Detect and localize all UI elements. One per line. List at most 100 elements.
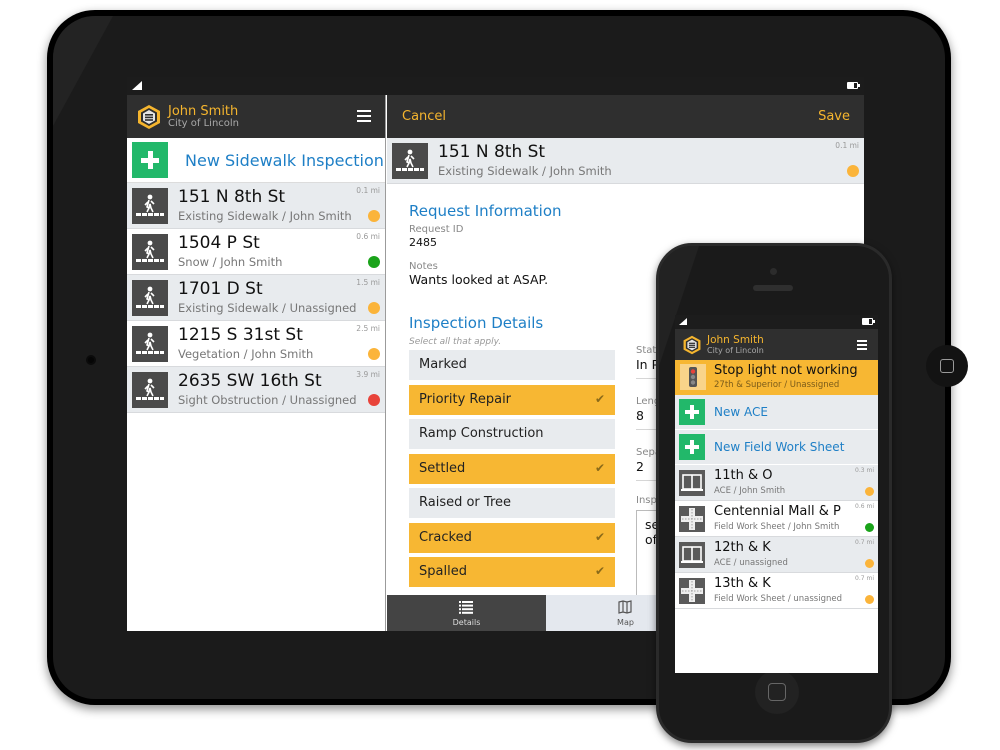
city-logo-icon: [683, 335, 701, 355]
checkmark-icon: ✔: [594, 564, 605, 578]
hamburger-menu-icon[interactable]: [357, 110, 371, 122]
pedestrian-crosswalk-icon: [132, 234, 168, 270]
item-distance: 1.5 mi: [356, 278, 380, 287]
inspection-notes-label: Insp: [636, 495, 657, 506]
item-subtitle: Field Work Sheet / John Smith: [714, 522, 840, 532]
inspection-option[interactable]: Settled ✔: [409, 453, 615, 484]
list-item[interactable]: 12th & K ACE / unassigned 0.7 mi: [675, 537, 878, 573]
inspection-option[interactable]: Cracked ✔: [409, 522, 615, 553]
item-title: 12th & K: [714, 540, 771, 555]
list-item[interactable]: 2635 SW 16th St Sight Obstruction / Unass…: [127, 367, 385, 413]
signal-icon: [132, 81, 142, 90]
option-label: Ramp Construction: [419, 426, 544, 441]
new-ace-button[interactable]: New ACE: [675, 395, 878, 430]
user-name: John Smith: [168, 104, 239, 119]
new-inspection-label: New Sidewalk Inspection: [185, 151, 384, 170]
status-dot: [368, 256, 380, 268]
inspection-list: 151 N 8th St Existing Sidewalk / John Smi…: [127, 183, 385, 413]
request-id-value: 2485: [409, 236, 437, 249]
battery-icon: [862, 318, 875, 325]
plus-icon: [132, 142, 168, 178]
item-subtitle: Field Work Sheet / unassigned: [714, 594, 842, 604]
new-sidewalk-inspection-button[interactable]: New Sidewalk Inspection: [127, 138, 385, 183]
user-org: City of Lincoln: [168, 118, 240, 129]
request-id-label: Request ID: [409, 224, 464, 235]
item-distance: 0.6 mi: [356, 232, 380, 241]
status-dot: [865, 523, 874, 532]
item-distance: 0.7 mi: [855, 539, 874, 546]
item-subtitle: ACE / John Smith: [714, 486, 786, 496]
item-title: 11th & O: [714, 468, 773, 483]
item-distance: 3.9 mi: [356, 370, 380, 379]
list-item[interactable]: 1504 P St Snow / John Smith 0.6 mi: [127, 229, 385, 275]
alert-title: Stop light not working: [714, 363, 858, 378]
option-label: Settled: [419, 460, 466, 476]
list-item[interactable]: 1701 D St Existing Sidewalk / Unassigned 1…: [127, 275, 385, 321]
list-item[interactable]: 151 N 8th St Existing Sidewalk / John Smi…: [127, 183, 385, 229]
tablet-home-button[interactable]: [926, 345, 968, 387]
item-distance: 0.3 mi: [855, 467, 874, 474]
cancel-button[interactable]: Cancel: [402, 109, 446, 124]
item-title: 13th & K: [714, 576, 771, 591]
record-distance: 0.1 mi: [835, 141, 859, 150]
alert-item[interactable]: Stop light not working 27th & Superior /…: [675, 360, 878, 395]
status-dot: [865, 595, 874, 604]
list-item[interactable]: 1215 S 31st St Vegetation / John Smith 2.5…: [127, 321, 385, 367]
new-field-work-sheet-label: New Field Work Sheet: [714, 440, 845, 454]
item-subtitle: Existing Sidewalk / John Smith: [178, 209, 352, 223]
bezel-glare: [53, 16, 113, 126]
status-dot: [368, 348, 380, 360]
field-label: Stat: [636, 345, 657, 356]
tab-details[interactable]: Details: [387, 595, 546, 631]
city-logo-icon: [138, 105, 160, 129]
phone-home-button[interactable]: [755, 670, 799, 714]
ace-frame-icon: [679, 542, 705, 568]
option-label: Raised or Tree: [419, 495, 511, 510]
battery-icon: [847, 82, 860, 89]
request-info-heading: Request Information: [409, 202, 562, 220]
inspection-option[interactable]: Marked: [409, 350, 615, 380]
status-dot: [865, 487, 874, 496]
list-item[interactable]: 11th & O ACE / John Smith 0.3 mi: [675, 465, 878, 501]
map-icon: [618, 600, 632, 614]
home-square-icon: [940, 359, 954, 373]
hamburger-menu-icon[interactable]: [857, 340, 867, 352]
checkmark-icon: ✔: [594, 460, 605, 475]
inspection-option[interactable]: Priority Repair ✔: [409, 384, 615, 415]
phone-screen: John Smith City of Lincoln Stop light no…: [675, 315, 878, 673]
checkmark-icon: ✔: [594, 391, 605, 406]
inspection-details-heading: Inspection Details: [409, 314, 544, 332]
pedestrian-crosswalk-icon: [132, 280, 168, 316]
inspection-option[interactable]: Raised or Tree: [409, 488, 615, 518]
item-distance: 2.5 mi: [356, 324, 380, 333]
notes-label: Notes: [409, 261, 438, 272]
list-icon: [459, 601, 473, 614]
selected-record: 151 N 8th St Existing Sidewalk / John Sm…: [387, 138, 864, 184]
intersection-icon: [679, 506, 705, 532]
item-subtitle: Vegetation / John Smith: [178, 347, 314, 361]
item-subtitle: Sight Obstruction / Unassigned: [178, 393, 357, 407]
user-header: John Smith City of Lincoln: [127, 95, 385, 138]
list-item[interactable]: Centennial Mall & P Field Work Sheet / Jo…: [675, 501, 878, 537]
inspection-option[interactable]: Ramp Construction: [409, 419, 615, 449]
new-field-work-sheet-button[interactable]: New Field Work Sheet: [675, 430, 878, 465]
checkmark-icon: ✔: [594, 529, 605, 544]
list-item[interactable]: 13th & K Field Work Sheet / unassigned 0.7…: [675, 573, 878, 609]
detail-header: Cancel Save: [387, 95, 864, 138]
field-value: 2: [636, 459, 644, 474]
status-dot: [368, 210, 380, 222]
phone-speaker: [753, 285, 793, 291]
tab-details-label: Details: [452, 618, 481, 627]
inspection-option[interactable]: Spalled ✔: [409, 557, 615, 587]
item-title: 1701 D St: [178, 279, 263, 299]
pedestrian-crosswalk-icon: [392, 143, 428, 179]
tablet-camera: [86, 355, 96, 365]
intersection-icon: [679, 578, 705, 604]
status-dot: [865, 559, 874, 568]
save-button[interactable]: Save: [818, 109, 850, 124]
home-square-icon: [768, 683, 786, 701]
item-title: Centennial Mall & P: [714, 504, 841, 519]
alert-subtitle: 27th & Superior / Unassigned: [714, 380, 840, 390]
notes-value: Wants looked at ASAP.: [409, 272, 549, 287]
status-bar: [127, 77, 864, 95]
